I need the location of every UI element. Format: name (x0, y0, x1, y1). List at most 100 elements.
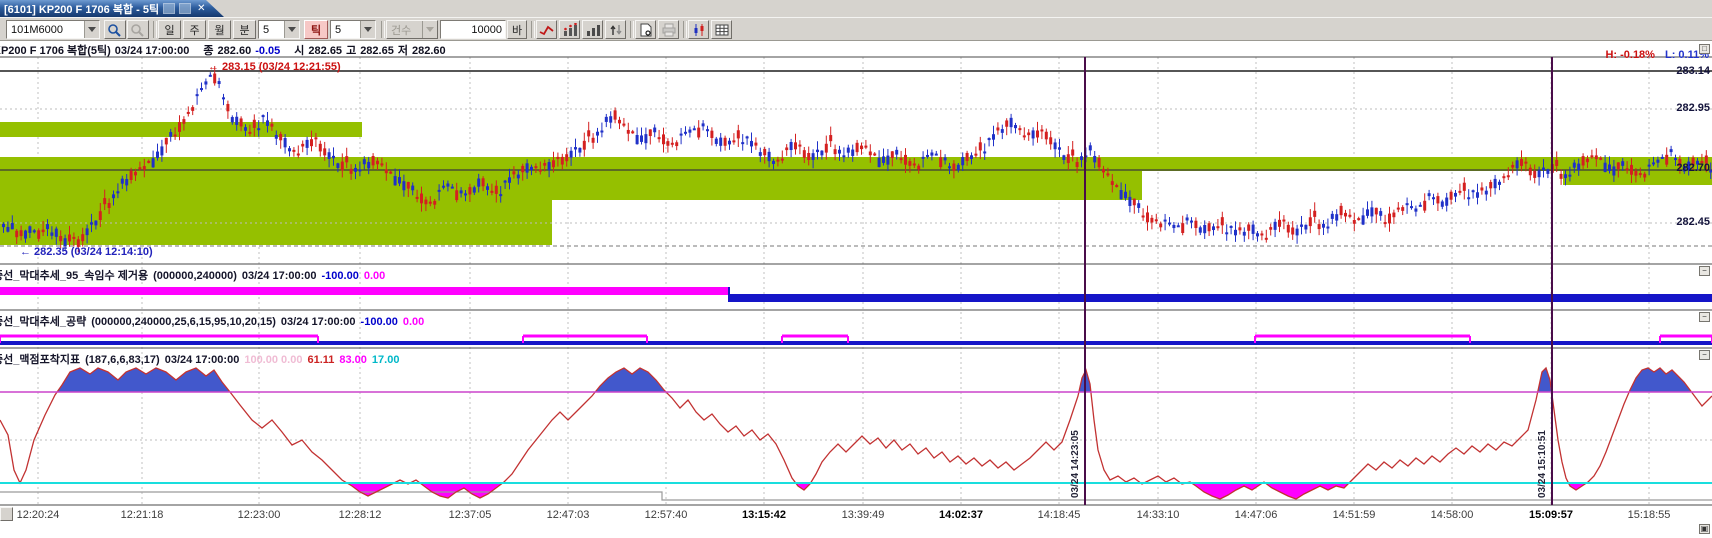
time-axis-label: 15:18:55 (1628, 509, 1671, 521)
price-axis-label: 282.95 (1676, 102, 1710, 114)
time-axis-label: 15:09:57 (1529, 509, 1573, 521)
indicator3-bounds: 100.00 0.00 (244, 354, 302, 366)
count-combobox: 건수 (386, 20, 438, 39)
chevron-down-icon[interactable] (284, 21, 299, 38)
window-tab[interactable]: [6101] KP200 F 1706 복합 - 5틱 ✕ (0, 0, 224, 17)
open-label: 시 (294, 45, 304, 57)
period-month-button[interactable]: 월 (208, 20, 231, 39)
toolbar: 101M6000 일 주 월 분 5 틱 5 건수 10000 바 (0, 17, 1712, 41)
pane-collapse-icon[interactable]: − (1699, 312, 1710, 322)
indicator2-value1: -100.00 (361, 316, 398, 328)
indicator1-name: 중선_막대추세_95_속임수 제거용 (0, 270, 148, 282)
change-value: -0.05 (255, 45, 280, 57)
search-icon (107, 23, 123, 37)
volume-signal-icon (562, 23, 578, 37)
indicator1-params: (000000,240000) (153, 270, 237, 282)
low-value: 282.60 (412, 45, 446, 57)
grid-table-button[interactable] (711, 20, 732, 39)
chevron-down-icon[interactable] (84, 21, 99, 38)
candle-chart-button[interactable] (688, 20, 709, 39)
infobar-symbol: KP200 F 1706 복합(5틱) (0, 45, 111, 57)
close-icon[interactable]: ✕ (197, 4, 205, 14)
bar-unit-button[interactable]: 바 (507, 20, 527, 39)
time-axis-label: 14:18:45 (1038, 509, 1081, 521)
time-axis-label: 13:39:49 (842, 509, 885, 521)
chart-corner-icon[interactable]: ▣ (1699, 524, 1710, 534)
window-title: [6101] KP200 F 1706 복합 - 5틱 (4, 1, 159, 17)
sort-arrows-button[interactable] (605, 20, 626, 39)
chevron-down-icon[interactable] (360, 21, 375, 38)
volume-bars-button[interactable] (582, 20, 603, 39)
time-axis-label: 13:15:42 (742, 509, 786, 521)
time-axis-label: 12:28:12 (339, 509, 382, 521)
indicator1-header: 중선_막대추세_95_속임수 제거용 (000000,240000) 03/24 1… (0, 267, 390, 283)
chevron-down-icon (422, 21, 437, 38)
search-off-button[interactable] (127, 20, 149, 39)
close-value: 282.60 (218, 45, 252, 57)
time-axis-label: 12:21:18 (121, 509, 164, 521)
crosshair-time-label: 03/24 15:10:51 (1537, 398, 1548, 498)
candle-chart-icon (691, 23, 707, 37)
printer-icon (661, 23, 677, 37)
pane-collapse-icon[interactable]: − (1699, 266, 1710, 276)
tick-combobox[interactable]: 5 (330, 20, 376, 39)
trend-check-button[interactable] (536, 20, 557, 39)
search-button[interactable] (104, 20, 126, 39)
scrollbar-left-stub[interactable] (0, 507, 13, 521)
indicator3-value3: 17.00 (372, 354, 400, 366)
price-axis-label: 283.14 (1676, 65, 1710, 77)
time-axis-label: 12:57:40 (645, 509, 688, 521)
time-axis-label: 14:33:10 (1137, 509, 1180, 521)
printer-button (658, 20, 679, 39)
volume-signal-button[interactable] (559, 20, 580, 39)
period-week-button[interactable]: 주 (183, 20, 206, 39)
high-value: 282.65 (360, 45, 394, 57)
indicator2-params: (000000,240000,25,6,15,95,10,20,15) (91, 316, 276, 328)
indicator2-value2: 0.00 (403, 316, 424, 328)
bar-count-input[interactable]: 10000 (440, 20, 506, 39)
pane-collapse-icon[interactable]: − (1699, 350, 1710, 360)
time-axis-label: 14:58:00 (1431, 509, 1474, 521)
tab-pin-icon[interactable] (179, 3, 191, 14)
chart-window: [6101] KP200 F 1706 복합 - 5틱 ✕ 101M6000 일… (0, 0, 1712, 538)
time-axis-label: 14:51:59 (1333, 509, 1376, 521)
document-button[interactable] (635, 20, 656, 39)
period-day-button[interactable]: 일 (158, 20, 181, 39)
chart-canvas[interactable] (0, 0, 1712, 538)
open-value: 282.65 (308, 45, 342, 57)
tab-link-icon[interactable] (163, 3, 175, 14)
indicator3-datetime: 03/24 17:00:00 (165, 354, 240, 366)
titlebar: [6101] KP200 F 1706 복합 - 5틱 ✕ (0, 0, 1712, 17)
indicator3-name: 중선_맥점포착지표 (0, 354, 80, 366)
volume-bars-icon (585, 23, 601, 37)
indicator2-header: 중선_막대추세_공략 (000000,240000,25,6,15,95,10,2… (0, 313, 429, 329)
time-axis-label: 14:47:06 (1235, 509, 1278, 521)
indicator1-datetime: 03/24 17:00:00 (242, 270, 317, 282)
close-label: 종 (203, 45, 213, 57)
trend-check-icon (539, 23, 555, 37)
indicator3-value1: 61.11 (307, 354, 334, 366)
time-axis-label: 12:47:03 (547, 509, 590, 521)
indicator2-datetime: 03/24 17:00:00 (281, 316, 356, 328)
time-axis-label: 12:37:05 (449, 509, 492, 521)
price-axis-label: 282.70 (1676, 162, 1710, 174)
period-tick-button[interactable]: 틱 (304, 20, 328, 39)
grid-table-icon (714, 23, 730, 37)
low-annotation: ← 282.35 (03/24 12:14:10) (20, 246, 153, 258)
period-minute-button[interactable]: 분 (233, 20, 256, 39)
high-annotation: ← 283.15 (03/24 12:21:55) (208, 61, 341, 73)
infobar-datetime: 03/24 17:00:00 (115, 45, 190, 57)
symbol-value: 101M6000 (11, 24, 63, 36)
indicator3-value2: 83.00 (339, 354, 367, 366)
symbol-infobar: KP200 F 1706 복합(5틱) 03/24 17:00:00 종 282.60… (0, 41, 1712, 58)
minute-combobox[interactable]: 5 (258, 20, 300, 39)
price-axis-label: 282.45 (1676, 216, 1710, 228)
indicator3-params: (187,6,6,83,17) (85, 354, 160, 366)
symbol-combobox[interactable]: 101M6000 (6, 20, 100, 39)
low-label: 저 (398, 45, 408, 57)
indicator2-name: 중선_막대추세_공략 (0, 316, 86, 328)
document-icon (638, 23, 654, 37)
search-off-icon (130, 23, 146, 37)
indicator1-value2: 0.00 (364, 270, 385, 282)
chart-overlay: H: -0.18%L: 0.11% ← 283.15 (03/24 12:21:… (0, 0, 1712, 538)
